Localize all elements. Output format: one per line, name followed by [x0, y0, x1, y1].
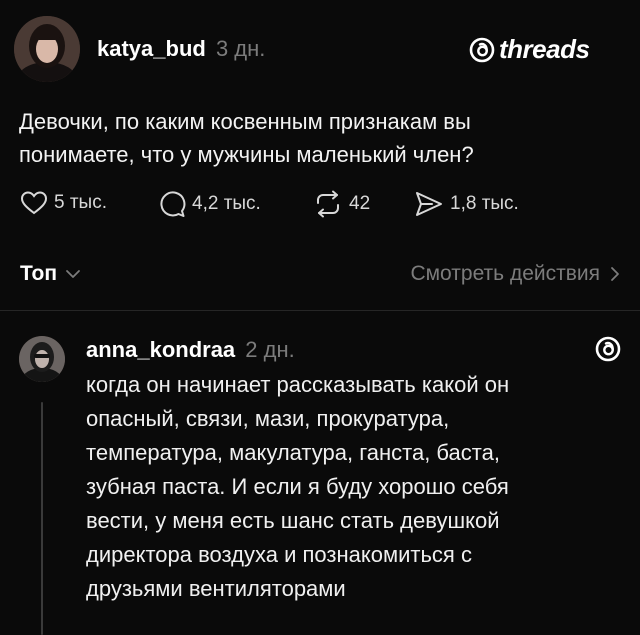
comment-count: 4,2 тыс.	[192, 193, 261, 214]
repost-icon	[317, 190, 339, 218]
share-count: 1,8 тыс.	[450, 193, 519, 214]
view-activity-label: Смотреть действия	[410, 262, 600, 285]
reply-text: когда он начинает рассказывать какой он …	[86, 368, 626, 606]
reply-text-line: вести, у меня есть шанс стать девушкой	[86, 508, 500, 533]
threads-wordmark: threads	[499, 34, 590, 64]
sort-label: Топ	[20, 262, 58, 285]
thread-line	[41, 402, 43, 635]
reply-text-line: директора воздуха и познакомиться с	[86, 542, 472, 567]
reply-avatar[interactable]	[19, 336, 65, 382]
reply-text-line: когда он начинает рассказывать какой он	[86, 372, 510, 397]
reply-text-line: друзьями вентиляторами	[86, 576, 346, 601]
comment-icon	[160, 191, 186, 217]
reply-username[interactable]: anna_kondraa	[86, 337, 235, 362]
reply-text-line: температура, макулатура, ганста, баста,	[86, 440, 500, 465]
post-text-line: понимаете, что у мужчины маленький член?	[19, 142, 474, 167]
share-button[interactable]: 1,8 тыс.	[414, 190, 519, 218]
repost-count: 42	[349, 193, 371, 214]
threads-icon	[469, 37, 495, 62]
reply-time: 2 дн.	[245, 337, 295, 362]
author-username[interactable]: katya_bud	[97, 36, 206, 61]
threads-logo: threads	[468, 34, 590, 65]
chevron-down-icon	[66, 270, 80, 278]
chevron-right-icon	[611, 267, 619, 281]
reply-text-line: опасный, связи, мази, прокуратура,	[86, 406, 450, 431]
post-text: Девочки, по каким косвенным признакам вы…	[19, 105, 619, 171]
reply-text-line: зубная паста. И если я буду хорошо себя	[86, 474, 509, 499]
post-time: 3 дн.	[215, 36, 266, 61]
post-text-line: Девочки, по каким косвенным признакам вы	[19, 109, 471, 134]
sort-dropdown[interactable]: Топ	[20, 262, 81, 286]
like-count: 5 тыс.	[54, 192, 107, 213]
send-icon	[416, 192, 442, 216]
comment-button[interactable]: 4,2 тыс.	[158, 190, 261, 218]
view-activity-link[interactable]: Смотреть действия	[410, 262, 620, 286]
threads-icon	[595, 336, 621, 362]
repost-button[interactable]: 42	[313, 190, 370, 218]
section-divider	[0, 310, 640, 311]
author-avatar[interactable]	[14, 16, 80, 82]
like-button[interactable]: 5 тыс.	[20, 190, 107, 216]
heart-icon	[20, 191, 48, 215]
